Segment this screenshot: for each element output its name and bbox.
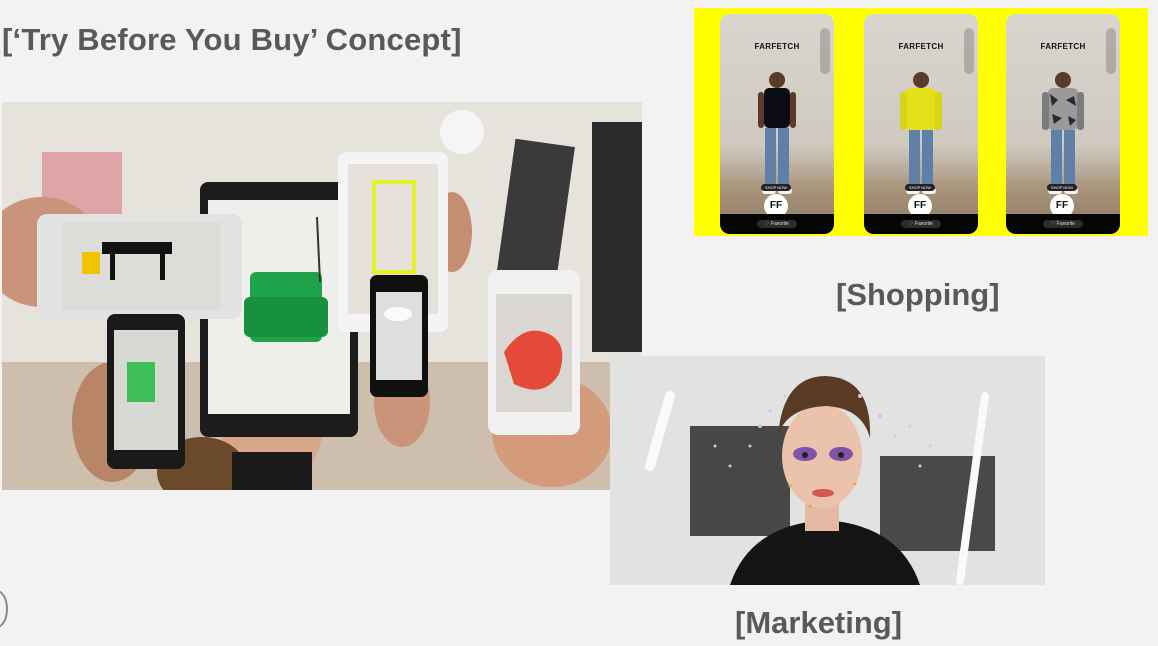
shop-now-button[interactable]: SHOP NOW — [1047, 184, 1077, 191]
slide-title: [‘Try Before You Buy’ Concept] — [2, 22, 462, 57]
try-on-screen-2: FARFETCH SHOP NOW FF ♡ Favorite — [864, 14, 978, 234]
try-on-screen-1: FARFETCH SHOP NOW FF ♡ Favorite — [720, 14, 834, 234]
favorite-button[interactable]: ♡ Favorite — [901, 220, 941, 228]
camera-tools-icon — [820, 28, 830, 74]
ar-makeup-marketing-photo — [610, 356, 1045, 585]
camera-tools-icon — [1106, 28, 1116, 74]
edge-shape — [0, 590, 8, 628]
shopping-caption: [Shopping] — [836, 277, 1000, 312]
brand-label: FARFETCH — [898, 42, 944, 51]
ar-furniture-photo — [2, 102, 642, 490]
try-on-screen-3: FARFETCH SHOP NOW FF ♡ Favorite — [1006, 14, 1120, 234]
shop-now-button[interactable]: SHOP NOW — [761, 184, 791, 191]
camera-tools-icon — [964, 28, 974, 74]
farfetch-try-on-panel: FARFETCH SHOP NOW FF ♡ Favorite FARFETCH — [694, 8, 1148, 236]
model-figure — [758, 72, 796, 194]
marketing-caption: [Marketing] — [735, 605, 903, 640]
model-figure — [1042, 72, 1084, 194]
brand-label: FARFETCH — [1040, 42, 1086, 51]
brand-label: FARFETCH — [754, 42, 800, 51]
shop-now-button[interactable]: SHOP NOW — [905, 184, 935, 191]
favorite-button[interactable]: ♡ Favorite — [757, 220, 797, 228]
model-figure — [900, 72, 942, 194]
favorite-button[interactable]: ♡ Favorite — [1043, 220, 1083, 228]
